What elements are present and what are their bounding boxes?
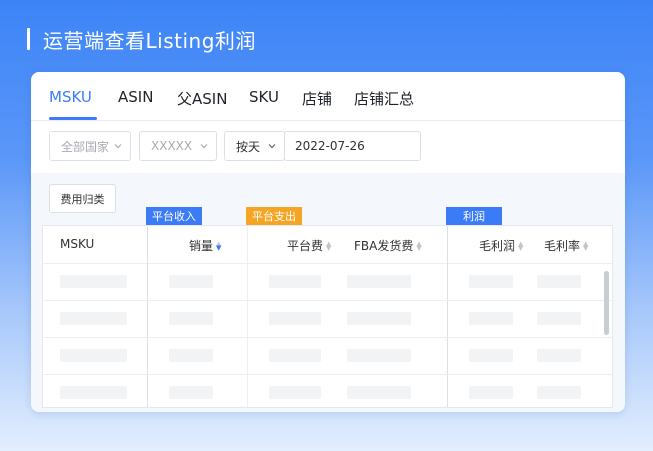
tab-shop-summary[interactable]: 店铺汇总 bbox=[354, 88, 414, 109]
period-select-value: 按天 bbox=[236, 139, 261, 154]
active-tab-indicator bbox=[49, 117, 97, 120]
placeholder-cell bbox=[537, 275, 581, 288]
column-header-gross-margin-label: 毛利率 bbox=[544, 239, 581, 253]
tab-asin[interactable]: ASIN bbox=[118, 88, 153, 106]
expense-category-button[interactable]: 费用归类 bbox=[49, 184, 116, 213]
table-scrollbar[interactable] bbox=[604, 271, 609, 335]
placeholder-cell bbox=[537, 312, 581, 325]
column-header-gross-profit-label: 毛利润 bbox=[479, 239, 516, 253]
chevron-down-icon bbox=[268, 144, 276, 149]
group-tag-revenue: 平台收入 bbox=[146, 207, 202, 225]
placeholder-cell bbox=[269, 349, 321, 362]
placeholder-cell bbox=[469, 275, 513, 288]
placeholder-cell bbox=[469, 349, 513, 362]
filter-bar: 全部国家 XXXXX 按天 2022-07-26 bbox=[31, 121, 625, 173]
sort-icon[interactable]: ▲ ▼ bbox=[216, 240, 221, 251]
table-header: MSKU 销量 ▲ ▼ 平台费 ▲ ▼ FBA发货费 ▲ ▼ 毛利润 ▲ ▼ 毛… bbox=[43, 226, 612, 264]
country-select[interactable]: 全部国家 bbox=[49, 131, 131, 161]
placeholder-cell bbox=[469, 386, 513, 399]
placeholder-cell bbox=[169, 275, 213, 288]
placeholder-cell bbox=[60, 386, 127, 399]
placeholder-cell bbox=[347, 275, 411, 288]
placeholder-cell bbox=[169, 312, 213, 325]
column-header-platform-fee-label: 平台费 bbox=[287, 239, 324, 253]
table-section: 费用归类 平台收入 平台支出 利润 MSKU 销量 ▲ ▼ 平台费 ▲ ▼ FBA bbox=[31, 173, 625, 412]
placeholder-cell bbox=[60, 349, 127, 362]
page-header: 运营端查看Listing利润 bbox=[27, 24, 256, 54]
placeholder-cell bbox=[269, 275, 321, 288]
shop-select-placeholder: XXXXX bbox=[151, 139, 193, 153]
column-header-gross-profit[interactable]: 毛利润 ▲ ▼ bbox=[479, 237, 523, 254]
main-card: MSKU ASIN 父ASIN SKU 店铺 店铺汇总 全部国家 XXXXX 按… bbox=[31, 72, 625, 412]
page-background: 运营端查看Listing利润 MSKU ASIN 父ASIN SKU 店铺 店铺… bbox=[0, 0, 653, 451]
profit-table: MSKU 销量 ▲ ▼ 平台费 ▲ ▼ FBA发货费 ▲ ▼ 毛利润 ▲ ▼ 毛… bbox=[42, 225, 613, 408]
page-title: 运营端查看Listing利润 bbox=[43, 28, 256, 53]
dimension-tabs: MSKU ASIN 父ASIN SKU 店铺 店铺汇总 bbox=[31, 72, 625, 121]
table-row[interactable] bbox=[43, 263, 612, 301]
placeholder-cell bbox=[347, 349, 411, 362]
country-select-placeholder: 全部国家 bbox=[61, 139, 110, 154]
sort-icon[interactable]: ▲ ▼ bbox=[583, 240, 588, 251]
placeholder-cell bbox=[169, 386, 213, 399]
sort-icon[interactable]: ▲ ▼ bbox=[416, 240, 421, 251]
period-select[interactable]: 按天 bbox=[224, 131, 285, 161]
shop-select[interactable]: XXXXX bbox=[139, 131, 217, 161]
column-header-gross-margin[interactable]: 毛利率 ▲ ▼ bbox=[544, 237, 588, 254]
placeholder-cell bbox=[537, 386, 581, 399]
tab-sku[interactable]: SKU bbox=[249, 88, 279, 106]
placeholder-cell bbox=[469, 312, 513, 325]
column-header-sales-label: 销量 bbox=[189, 239, 214, 253]
table-row[interactable] bbox=[43, 337, 612, 375]
table-row[interactable] bbox=[43, 374, 612, 407]
placeholder-cell bbox=[347, 386, 411, 399]
table-row[interactable] bbox=[43, 300, 612, 338]
placeholder-cell bbox=[60, 312, 127, 325]
placeholder-cell bbox=[269, 386, 321, 399]
group-tag-profit: 利润 bbox=[446, 207, 502, 225]
column-header-sales[interactable]: 销量 ▲ ▼ bbox=[189, 237, 221, 254]
tab-parent-asin[interactable]: 父ASIN bbox=[177, 88, 227, 109]
column-header-fba-fee-label: FBA发货费 bbox=[354, 239, 414, 253]
title-accent-bar bbox=[27, 28, 30, 50]
group-tag-expense: 平台支出 bbox=[246, 207, 302, 225]
column-header-msku: MSKU bbox=[60, 237, 95, 251]
column-header-fba-fee[interactable]: FBA发货费 ▲ ▼ bbox=[354, 237, 422, 254]
sort-icon[interactable]: ▲ ▼ bbox=[326, 240, 331, 251]
tab-msku[interactable]: MSKU bbox=[49, 88, 92, 106]
placeholder-cell bbox=[269, 312, 321, 325]
tab-shop[interactable]: 店铺 bbox=[302, 88, 332, 109]
placeholder-cell bbox=[60, 275, 127, 288]
placeholder-cell bbox=[347, 312, 411, 325]
chevron-down-icon bbox=[114, 144, 122, 149]
placeholder-cell bbox=[169, 349, 213, 362]
sort-icon[interactable]: ▲ ▼ bbox=[518, 240, 523, 251]
placeholder-cell bbox=[537, 349, 581, 362]
column-header-platform-fee[interactable]: 平台费 ▲ ▼ bbox=[287, 237, 331, 254]
date-input[interactable]: 2022-07-26 bbox=[284, 131, 421, 161]
chevron-down-icon bbox=[200, 144, 208, 149]
